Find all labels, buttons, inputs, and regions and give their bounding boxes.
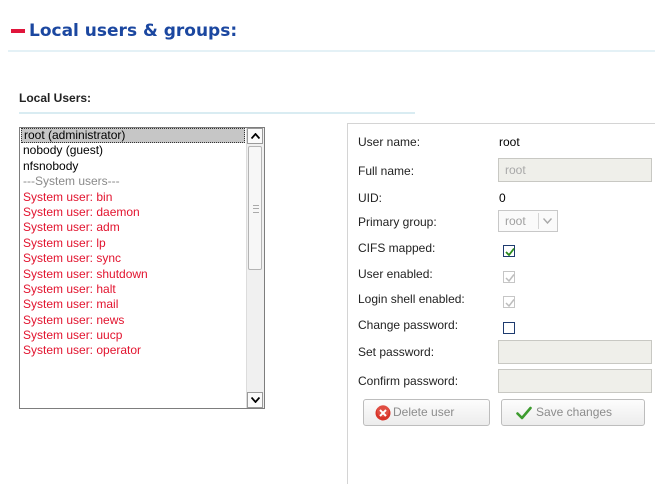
list-item[interactable]: System user: sync (21, 251, 245, 266)
list-item[interactable]: System user: halt (21, 282, 245, 297)
collapse-dash-icon[interactable] (11, 29, 25, 33)
list-item[interactable]: System user: bin (21, 190, 245, 205)
full-name-field[interactable]: root (498, 158, 652, 182)
title-divider (8, 50, 655, 52)
user-list: root (administrator) nobody (guest) nfsnob… (21, 128, 245, 359)
set-password-field[interactable] (498, 340, 652, 364)
login-shell-checkbox[interactable] (503, 296, 515, 308)
local-users-listbox[interactable]: root (administrator) nobody (guest) nfsnob… (19, 127, 265, 409)
primary-group-label: Primary group: (358, 215, 437, 229)
cifs-mapped-checkbox[interactable] (503, 245, 515, 257)
page-header: Local users & groups: (10, 17, 655, 45)
chevron-up-icon (250, 133, 260, 139)
list-item[interactable]: root (administrator) (21, 128, 245, 144)
user-name-label: User name: (358, 135, 421, 149)
scroll-down-button[interactable] (247, 392, 263, 408)
user-enabled-checkbox[interactable] (503, 271, 515, 283)
checkmark-icon (505, 274, 515, 283)
local-users-label: Local Users: (19, 91, 92, 105)
uid-value: 0 (499, 191, 506, 205)
delete-icon (375, 405, 391, 421)
list-item[interactable]: nobody (guest) (21, 143, 245, 158)
section-divider (19, 112, 415, 114)
user-name-value: root (499, 135, 520, 149)
checkmark-icon (505, 299, 515, 308)
primary-group-select[interactable]: root (498, 210, 558, 232)
list-item[interactable]: System user: daemon (21, 205, 245, 220)
save-changes-button[interactable]: Save changes (501, 399, 645, 426)
scroll-up-button[interactable] (247, 128, 263, 144)
change-password-label: Change password: (358, 318, 459, 332)
user-details-panel: User name: root Full name: root UID: 0 P… (347, 123, 655, 484)
confirm-password-label: Confirm password: (358, 374, 459, 388)
list-separator: ---System users--- (23, 174, 120, 189)
list-item[interactable]: nfsnobody (21, 159, 245, 174)
list-scrollbar[interactable] (246, 128, 264, 408)
delete-user-label: Delete user (393, 405, 455, 419)
list-item[interactable]: System user: uucp (21, 328, 245, 343)
list-item[interactable]: System user: adm (21, 220, 245, 235)
list-item[interactable]: System user: operator (21, 343, 245, 358)
grip-icon (253, 205, 259, 213)
page-title: Local users & groups: (29, 21, 238, 41)
list-item[interactable]: System user: lp (21, 236, 245, 251)
cifs-mapped-label: CIFS mapped: (358, 241, 436, 255)
save-changes-label: Save changes (536, 405, 613, 419)
list-item[interactable]: System user: news (21, 313, 245, 328)
set-password-label: Set password: (358, 345, 435, 359)
chevron-down-icon (250, 397, 260, 403)
list-item[interactable]: System user: shutdown (21, 267, 245, 282)
full-name-label: Full name: (358, 164, 415, 178)
confirm-password-field[interactable] (498, 369, 652, 393)
delete-user-button[interactable]: Delete user (363, 399, 490, 426)
checkmark-icon (516, 406, 532, 420)
chevron-down-icon (538, 213, 555, 229)
login-shell-label: Login shell enabled: (358, 292, 465, 306)
primary-group-value: root (505, 214, 526, 228)
change-password-checkbox[interactable] (503, 322, 515, 334)
user-enabled-label: User enabled: (358, 267, 433, 281)
list-item[interactable]: System user: mail (21, 297, 245, 312)
scroll-thumb[interactable] (248, 146, 262, 270)
uid-label: UID: (358, 191, 382, 205)
checkmark-icon (505, 247, 515, 257)
